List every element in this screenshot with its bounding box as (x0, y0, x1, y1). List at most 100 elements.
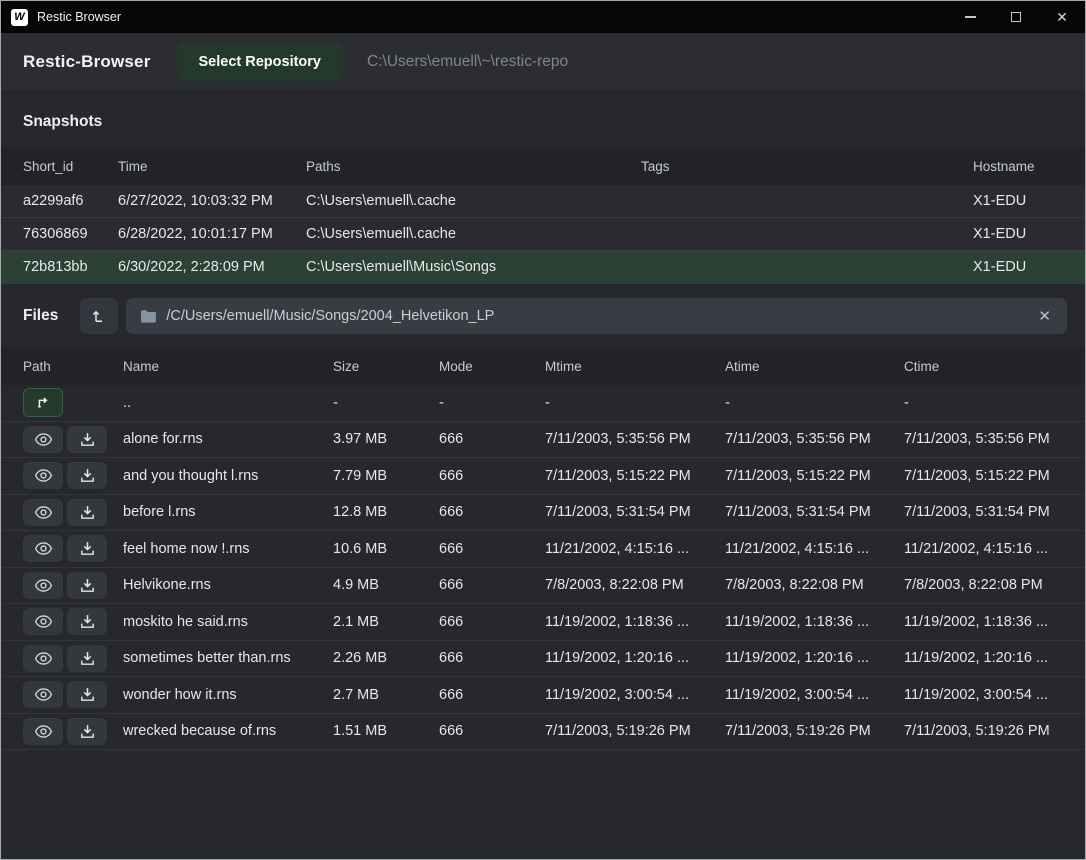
select-repository-button[interactable]: Select Repository (177, 43, 344, 81)
file-mtime-cell: 7/8/2003, 8:22:08 PM (545, 577, 725, 593)
snapshot-row[interactable]: a2299af66/27/2022, 10:03:32 PMC:\Users\e… (1, 185, 1085, 218)
close-icon: ✕ (1038, 308, 1051, 325)
preview-file-button[interactable] (23, 572, 63, 599)
files-bar: Files /C/Users/emuell/Music/Songs/2004_H… (1, 284, 1085, 344)
download-file-button[interactable] (67, 681, 107, 708)
parent-name-cell: .. (123, 395, 333, 411)
app-logo-icon: W (11, 9, 28, 26)
file-row: moskito he said.rns2.1 MB66611/19/2002, … (1, 604, 1085, 641)
file-ctime-cell: 7/11/2003, 5:35:56 PM (904, 431, 1063, 447)
minimize-button[interactable] (947, 1, 993, 33)
preview-file-button[interactable] (23, 535, 63, 562)
snapshot-time-cell: 6/27/2022, 10:03:32 PM (118, 193, 306, 209)
file-mode-cell: 666 (439, 614, 545, 630)
preview-file-button[interactable] (23, 608, 63, 635)
download-file-button[interactable] (67, 645, 107, 672)
parent-directory-row: .. - - - - - (1, 385, 1085, 422)
download-file-button[interactable] (67, 426, 107, 453)
file-size-cell: 7.79 MB (333, 468, 439, 484)
app-title: Restic-Browser (23, 52, 151, 72)
download-icon (79, 650, 96, 667)
file-row: sometimes better than.rns2.26 MB66611/19… (1, 641, 1085, 678)
file-name-cell: and you thought l.rns (123, 468, 333, 484)
snapshot-row[interactable]: 763068696/28/2022, 10:01:17 PMC:\Users\e… (1, 218, 1085, 251)
parent-atime-cell: - (725, 395, 904, 411)
eye-icon (34, 503, 53, 522)
snapshot-hostname-cell: X1-EDU (973, 226, 1063, 242)
preview-file-button[interactable] (23, 426, 63, 453)
file-row: wrecked because of.rns1.51 MB6667/11/200… (1, 714, 1085, 751)
snapshot-paths-cell: C:\Users\emuell\Music\Songs (306, 259, 641, 275)
column-paths: Paths (306, 159, 641, 174)
folder-icon (140, 309, 157, 324)
file-mode-cell: 666 (439, 504, 545, 520)
eye-icon (34, 430, 53, 449)
preview-file-button[interactable] (23, 645, 63, 672)
file-mode-cell: 666 (439, 687, 545, 703)
file-mode-cell: 666 (439, 577, 545, 593)
eye-icon (34, 685, 53, 704)
file-row: wonder how it.rns2.7 MB66611/19/2002, 3:… (1, 677, 1085, 714)
file-size-cell: 12.8 MB (333, 504, 439, 520)
file-mtime-cell: 11/21/2002, 4:15:16 ... (545, 541, 725, 557)
file-size-cell: 2.1 MB (333, 614, 439, 630)
navigate-up-button[interactable] (23, 388, 63, 417)
file-name-cell: feel home now !.rns (123, 541, 333, 557)
file-ctime-cell: 11/21/2002, 4:15:16 ... (904, 541, 1063, 557)
column-mtime: Mtime (545, 359, 725, 374)
maximize-button[interactable] (993, 1, 1039, 33)
download-icon (79, 504, 96, 521)
clear-path-button[interactable]: ✕ (1036, 307, 1053, 325)
file-ctime-cell: 7/8/2003, 8:22:08 PM (904, 577, 1063, 593)
file-atime-cell: 7/8/2003, 8:22:08 PM (725, 577, 904, 593)
file-name-cell: wonder how it.rns (123, 687, 333, 703)
arrow-up-right-icon (34, 394, 52, 412)
file-ctime-cell: 7/11/2003, 5:19:26 PM (904, 723, 1063, 739)
eye-icon (34, 576, 53, 595)
snapshot-row[interactable]: 72b813bb6/30/2022, 2:28:09 PMC:\Users\em… (1, 251, 1085, 284)
snapshot-time-cell: 6/30/2022, 2:28:09 PM (118, 259, 306, 275)
preview-file-button[interactable] (23, 462, 63, 489)
download-icon (79, 686, 96, 703)
eye-icon (34, 539, 53, 558)
path-breadcrumb[interactable]: /C/Users/emuell/Music/Songs/2004_Helveti… (126, 298, 1067, 334)
level-up-icon (90, 307, 108, 325)
eye-icon (34, 466, 53, 485)
files-heading: Files (23, 307, 58, 325)
file-name-cell: sometimes better than.rns (123, 650, 333, 666)
file-atime-cell: 11/19/2002, 1:20:16 ... (725, 650, 904, 666)
file-ctime-cell: 11/19/2002, 1:18:36 ... (904, 614, 1063, 630)
snapshot-hostname-cell: X1-EDU (973, 259, 1063, 275)
close-button[interactable]: ✕ (1039, 1, 1085, 33)
download-file-button[interactable] (67, 718, 107, 745)
level-up-button[interactable] (80, 298, 118, 334)
download-file-button[interactable] (67, 572, 107, 599)
files-table-body: alone for.rns3.97 MB6667/11/2003, 5:35:5… (1, 422, 1085, 751)
download-file-button[interactable] (67, 462, 107, 489)
download-icon (79, 613, 96, 630)
file-row: alone for.rns3.97 MB6667/11/2003, 5:35:5… (1, 422, 1085, 459)
file-atime-cell: 7/11/2003, 5:15:22 PM (725, 468, 904, 484)
file-actions-cell (23, 499, 123, 526)
preview-file-button[interactable] (23, 681, 63, 708)
download-file-button[interactable] (67, 608, 107, 635)
snapshot-short-id-cell: 76306869 (23, 226, 118, 242)
breadcrumb-path-text: /C/Users/emuell/Music/Songs/2004_Helveti… (166, 308, 1036, 324)
download-file-button[interactable] (67, 535, 107, 562)
preview-file-button[interactable] (23, 718, 63, 745)
app-window: W Restic Browser ✕ Restic-Browser Select… (0, 0, 1086, 860)
file-mtime-cell: 7/11/2003, 5:15:22 PM (545, 468, 725, 484)
file-size-cell: 2.7 MB (333, 687, 439, 703)
file-ctime-cell: 7/11/2003, 5:31:54 PM (904, 504, 1063, 520)
column-hostname: Hostname (973, 159, 1063, 174)
file-size-cell: 2.26 MB (333, 650, 439, 666)
titlebar[interactable]: W Restic Browser ✕ (1, 1, 1085, 33)
preview-file-button[interactable] (23, 499, 63, 526)
column-short-id: Short_id (23, 159, 118, 174)
parent-mtime-cell: - (545, 395, 725, 411)
download-file-button[interactable] (67, 499, 107, 526)
file-size-cell: 10.6 MB (333, 541, 439, 557)
column-path: Path (23, 359, 123, 374)
parent-path-cell (23, 388, 123, 417)
parent-mode-cell: - (439, 395, 545, 411)
